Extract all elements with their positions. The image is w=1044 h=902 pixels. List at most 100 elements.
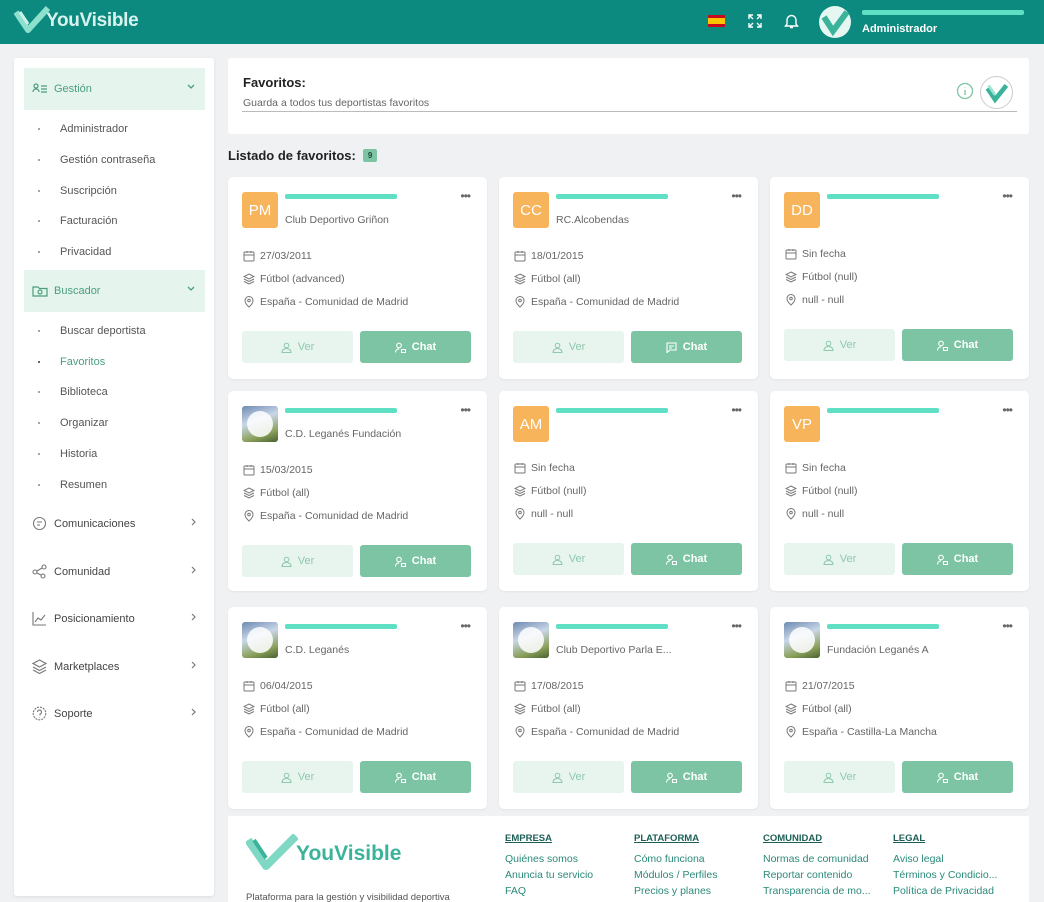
view-button[interactable]: Ver (242, 331, 353, 363)
view-button[interactable]: Ver (242, 761, 353, 793)
chat-user-icon (936, 554, 954, 565)
user-icon (552, 342, 569, 353)
user-name-redacted (862, 10, 1024, 15)
sidebar-item-comunidad[interactable]: Comunidad (32, 564, 212, 579)
more-options-icon[interactable]: ••• (1002, 403, 1013, 417)
view-button[interactable]: Ver (784, 543, 895, 575)
more-options-icon[interactable]: ••• (1002, 189, 1013, 203)
more-options-icon[interactable]: ••• (460, 619, 471, 633)
footer-col-empresa: EMPRESA Quiénes somos Anuncia tu servici… (505, 833, 594, 897)
athlete-sport: Fútbol (all) (513, 273, 581, 285)
more-options-icon[interactable]: ••• (731, 403, 742, 417)
more-options-icon[interactable]: ••• (1002, 619, 1013, 633)
athlete-birthdate: 18/01/2015 (514, 250, 584, 262)
more-options-icon[interactable]: ••• (460, 403, 471, 417)
sidebar-item-facturacion[interactable]: Facturación (38, 215, 117, 227)
layers-icon (242, 487, 256, 499)
chat-button[interactable]: Chat (902, 329, 1013, 361)
footer-link[interactable]: FAQ (505, 885, 593, 897)
chat-button[interactable]: Chat (360, 545, 471, 577)
footer-col-legal: LEGAL Aviso legal Términos y Condicio...… (893, 833, 998, 897)
sidebar-item-administrador[interactable]: Administrador (38, 123, 128, 135)
athlete-avatar: PM (242, 192, 278, 228)
chat-button[interactable]: Chat (631, 331, 742, 363)
user-role: Administrador (862, 23, 938, 35)
footer-link[interactable]: Normas de comunidad (763, 853, 871, 865)
footer-link[interactable]: Reportar contenido (763, 869, 871, 881)
athlete-photo (242, 406, 278, 442)
chat-user-icon (936, 340, 954, 351)
sidebar-item-resumen[interactable]: Resumen (38, 479, 107, 491)
view-button[interactable]: Ver (784, 329, 895, 361)
footer-link[interactable]: Términos y Condicio... (893, 869, 997, 881)
athlete-name-redacted (556, 408, 668, 413)
chat-button[interactable]: Chat (360, 761, 471, 793)
footer-link[interactable]: Módulos / Perfiles (634, 869, 717, 881)
help-circle-icon (32, 706, 47, 721)
list-user-icon (32, 83, 47, 93)
athlete-location: null - null (514, 508, 573, 520)
sidebar-item-soporte[interactable]: Soporte (32, 706, 212, 721)
more-options-icon[interactable]: ••• (460, 189, 471, 203)
chat-button[interactable]: Chat (360, 331, 471, 363)
fullscreen-icon[interactable] (746, 12, 764, 30)
view-button[interactable]: Ver (513, 331, 624, 363)
chat-button[interactable]: Chat (902, 543, 1013, 575)
view-button[interactable]: Ver (242, 545, 353, 577)
sidebar-group-gestion[interactable]: Gestión (24, 68, 205, 110)
footer-link[interactable]: Política de Privacidad (893, 885, 997, 897)
athlete-avatar: AM (513, 406, 549, 442)
athlete-location: España - Comunidad de Madrid (243, 296, 408, 308)
sidebar-item-buscar-deportista[interactable]: Buscar deportista (38, 325, 146, 337)
sidebar-item-comunicaciones[interactable]: Comunicaciones (32, 516, 212, 531)
chat-button[interactable]: Chat (631, 543, 742, 575)
athlete-avatar: CC (513, 192, 549, 228)
footer-tagline: Plataforma para la gestión y visibilidad… (246, 892, 450, 902)
user-icon (281, 342, 298, 353)
flag-es-icon[interactable] (708, 15, 725, 27)
logo-mark-icon (14, 6, 50, 33)
app-logo[interactable]: YouVisible (14, 6, 139, 36)
chat-button[interactable]: Chat (902, 761, 1013, 793)
view-button[interactable]: Ver (513, 761, 624, 793)
chevron-right-icon (191, 613, 196, 621)
chat-button[interactable]: Chat (631, 761, 742, 793)
sidebar-item-marketplaces[interactable]: Marketplaces (32, 659, 212, 674)
footer-link[interactable]: Anuncia tu servicio (505, 869, 593, 881)
sidebar-item-organizar[interactable]: Organizar (38, 417, 108, 429)
info-icon[interactable] (956, 82, 974, 100)
sidebar-item-biblioteca[interactable]: Biblioteca (38, 386, 108, 398)
footer-link[interactable]: Transparencia de mo... (763, 885, 871, 897)
sidebar-item-posicionamiento[interactable]: Posicionamiento (32, 611, 212, 626)
athlete-sport: Fútbol (all) (242, 703, 310, 715)
footer-link[interactable]: Precios y planes (634, 885, 717, 897)
sidebar-group-buscador[interactable]: Buscador (24, 270, 205, 312)
layers-icon (784, 271, 798, 283)
athlete-photo (513, 622, 549, 658)
sidebar-group-label: Buscador (54, 285, 101, 297)
sidebar-item-suscripcion[interactable]: Suscripción (38, 185, 117, 197)
sidebar-item-favoritos[interactable]: Favoritos (38, 356, 105, 368)
footer-link[interactable]: Cómo funciona (634, 853, 717, 865)
sidebar-item-gestion-contrasena[interactable]: Gestión contraseña (38, 154, 155, 166)
user-avatar[interactable] (818, 5, 852, 39)
location-pin-icon (243, 726, 255, 738)
view-button[interactable]: Ver (784, 761, 895, 793)
divider (242, 111, 1017, 112)
footer-link[interactable]: Quiénes somos (505, 853, 593, 865)
bell-icon[interactable] (782, 12, 800, 30)
footer-link[interactable]: Aviso legal (893, 853, 997, 865)
page-subtitle: Guarda a todos tus deportistas favoritos (243, 97, 430, 109)
sidebar-item-historia[interactable]: Historia (38, 448, 97, 460)
more-options-icon[interactable]: ••• (731, 189, 742, 203)
athlete-birthdate: 21/07/2015 (785, 680, 855, 692)
view-button[interactable]: Ver (513, 543, 624, 575)
location-pin-icon (243, 296, 255, 308)
favorites-list-title: Listado de favoritos: 9 (228, 148, 378, 163)
footer: YouVisible Plataforma para la gestión y … (228, 816, 1029, 902)
more-options-icon[interactable]: ••• (731, 619, 742, 633)
athlete-location: España - Comunidad de Madrid (514, 296, 679, 308)
footer-logo[interactable]: YouVisible (246, 834, 401, 874)
sidebar-item-privacidad[interactable]: Privacidad (38, 246, 111, 258)
line-chart-icon (32, 612, 46, 626)
